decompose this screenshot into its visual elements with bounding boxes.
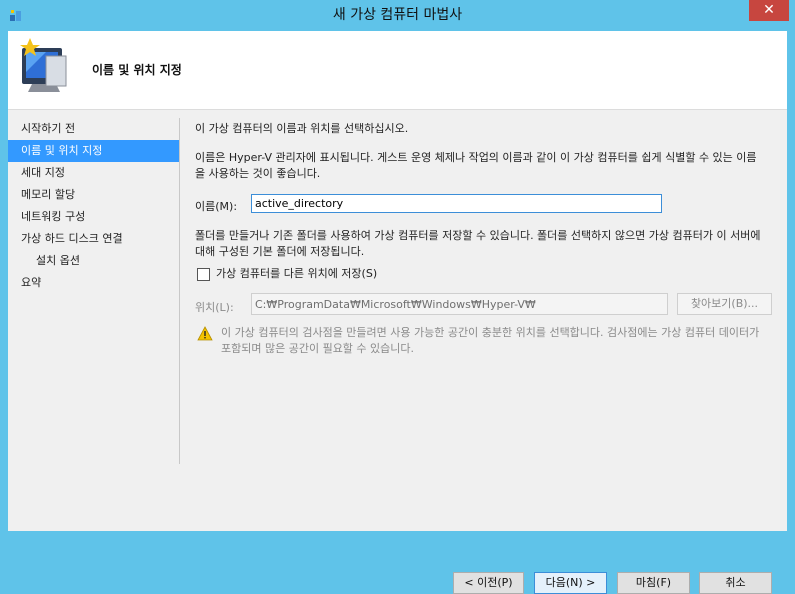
cancel-button[interactable]: 취소 — [699, 572, 772, 594]
wizard-header: 이름 및 위치 지정 — [8, 31, 787, 110]
step-generation[interactable]: 세대 지정 — [8, 162, 180, 184]
step-virtual-hard-disk[interactable]: 가상 하드 디스크 연결 — [8, 228, 180, 250]
store-elsewhere-label[interactable]: 가상 컴퓨터를 다른 위치에 저장(S) — [216, 266, 377, 282]
name-description: 이름은 Hyper-V 관리자에 표시됩니다. 게스트 운영 체제나 작업의 이… — [195, 151, 757, 180]
previous-button[interactable]: < 이전(P) — [453, 572, 524, 594]
intro-text: 이 가상 컴퓨터의 이름과 위치를 선택하십시오. — [195, 122, 409, 135]
step-before-you-begin[interactable]: 시작하기 전 — [8, 118, 180, 140]
folder-description: 폴더를 만들거나 기존 폴더를 사용하여 가상 컴퓨터를 저장할 수 있습니다.… — [195, 229, 761, 258]
wizard-client-area: 이름 및 위치 지정 시작하기 전 이름 및 위치 지정 세대 지정 메모리 할… — [8, 31, 787, 594]
store-elsewhere-checkbox[interactable] — [197, 268, 210, 281]
step-name-and-location[interactable]: 이름 및 위치 지정 — [8, 140, 180, 162]
virtual-machine-wizard-icon — [20, 38, 67, 92]
wizard-steps-nav: 시작하기 전 이름 및 위치 지정 세대 지정 메모리 할당 네트워킹 구성 가… — [8, 118, 180, 294]
nav-divider — [179, 118, 180, 464]
page-title: 이름 및 위치 지정 — [92, 63, 182, 77]
next-button[interactable]: 다음(N) > — [534, 572, 607, 594]
close-button[interactable]: ✕ — [749, 0, 789, 21]
wizard-window: 새 가상 컴퓨터 마법사 ✕ 이름 및 위치 지정 시작하기 전 이름 및 위치… — [0, 0, 795, 594]
location-input[interactable] — [251, 293, 668, 315]
browse-button[interactable]: 찾아보기(B)... — [677, 293, 772, 315]
step-installation-options[interactable]: 설치 옵션 — [8, 250, 180, 272]
warning-icon — [197, 326, 213, 341]
wizard-body: 시작하기 전 이름 및 위치 지정 세대 지정 메모리 할당 네트워킹 구성 가… — [8, 110, 787, 594]
name-label: 이름(M): — [195, 200, 238, 213]
close-icon: ✕ — [763, 2, 775, 18]
checkpoint-warning-text: 이 가상 컴퓨터의 검사점을 만들려면 사용 가능한 공간이 충분한 위치를 선… — [221, 326, 760, 355]
finish-button[interactable]: 마침(F) — [617, 572, 690, 594]
name-input[interactable] — [251, 194, 662, 213]
step-memory[interactable]: 메모리 할당 — [8, 184, 180, 206]
location-label: 위치(L): — [195, 301, 234, 314]
title-bar[interactable]: 새 가상 컴퓨터 마법사 ✕ — [0, 0, 795, 31]
step-summary[interactable]: 요약 — [8, 272, 180, 294]
step-networking[interactable]: 네트워킹 구성 — [8, 206, 180, 228]
window-title: 새 가상 컴퓨터 마법사 — [332, 7, 463, 23]
